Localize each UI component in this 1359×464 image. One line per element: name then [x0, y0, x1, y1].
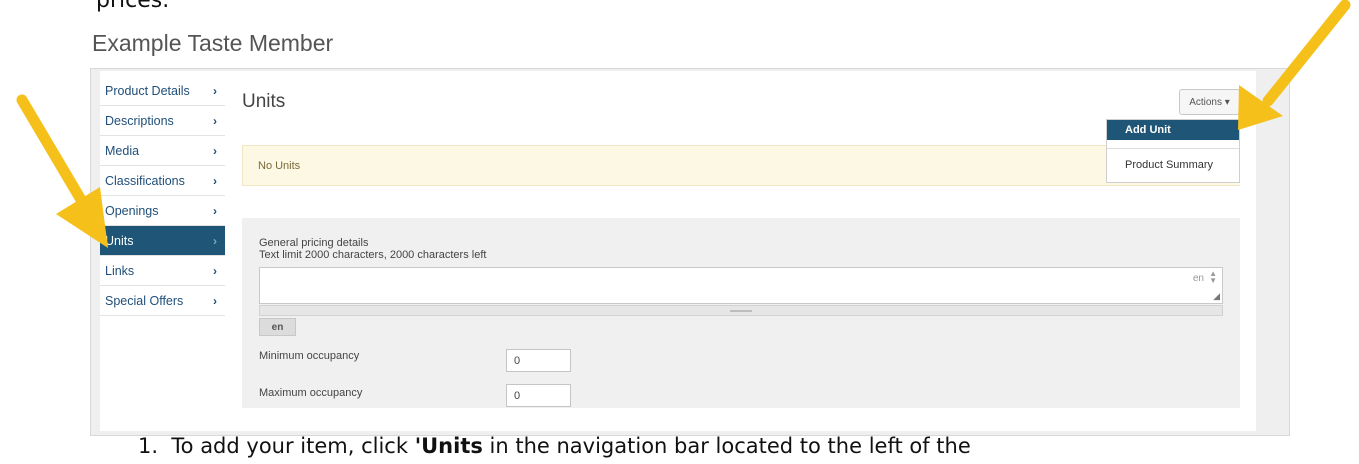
annotation-arrows	[16, 0, 1351, 248]
instruction-before: To add your item, click	[171, 434, 415, 458]
arrow-to-add-unit-icon	[1238, 0, 1351, 130]
instruction-bold: 'Units	[414, 434, 483, 458]
arrow-to-units-icon	[16, 94, 108, 248]
instruction-number: 1.	[138, 434, 159, 458]
instruction-after: in the navigation bar located to the lef…	[482, 434, 971, 458]
instruction-text: 1. To add your item, click 'Units in the…	[138, 434, 971, 458]
